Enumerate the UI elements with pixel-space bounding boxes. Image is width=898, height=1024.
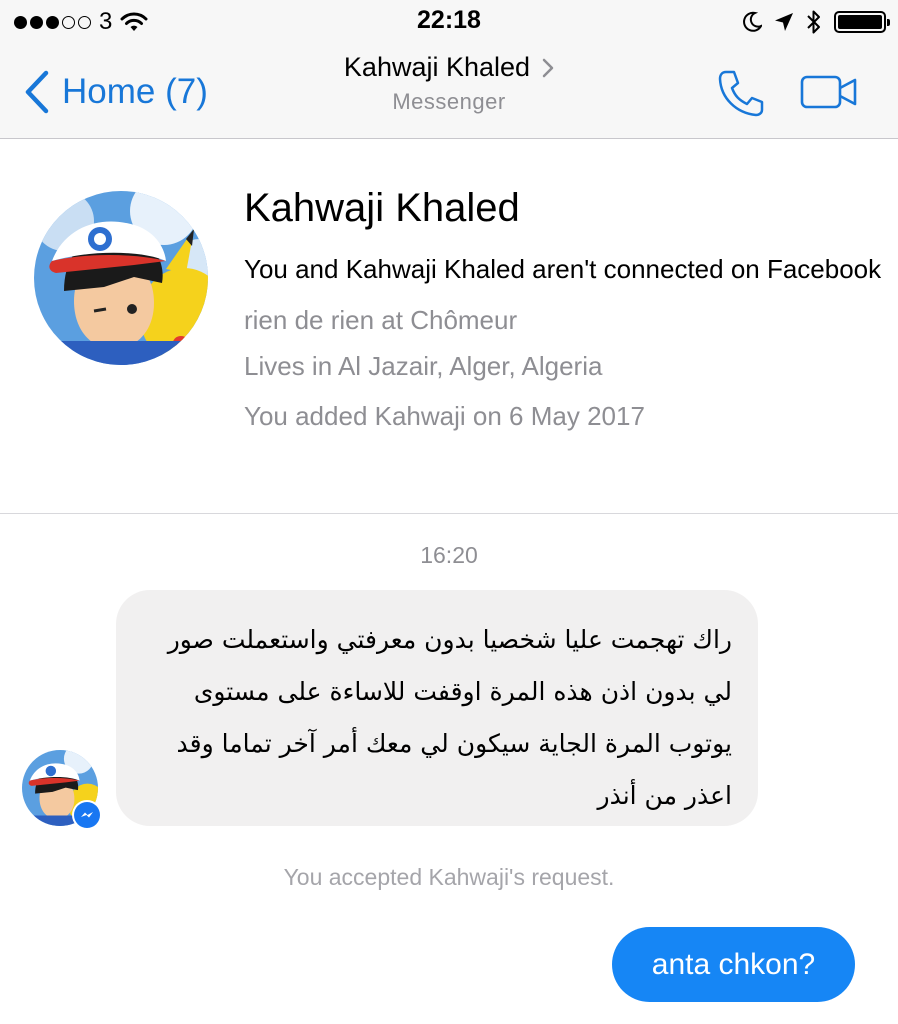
- voice-call-button[interactable]: [716, 68, 766, 123]
- status-icons: [730, 8, 890, 36]
- outgoing-message-text: anta chkon?: [651, 947, 816, 981]
- profile-name: Kahwaji Khaled: [244, 186, 520, 230]
- request-accepted-notice: You accepted Kahwaji's request.: [283, 864, 615, 890]
- phone-icon: [718, 70, 764, 117]
- back-button-label: Home (7): [62, 72, 208, 111]
- message-timestamp: 16:20: [420, 542, 478, 568]
- profile-avatar[interactable]: [34, 191, 208, 365]
- profile-location: Lives in Al Jazair, Alger, Algeria: [244, 351, 603, 381]
- section-divider: [0, 513, 898, 514]
- chevron-left-icon: [25, 70, 49, 114]
- back-button[interactable]: Home (7): [24, 68, 208, 116]
- incoming-message-text: راك تهجمت عليا شخصيا بدون معرفتي واستعمل…: [167, 625, 732, 810]
- battery-icon: [834, 11, 890, 33]
- moon-icon: [743, 11, 762, 32]
- avatar-image: [34, 191, 208, 365]
- bluetooth-icon: [807, 10, 820, 34]
- outgoing-message-bubble[interactable]: anta chkon?: [612, 927, 855, 1002]
- conversation-title[interactable]: Kahwaji Khaled Messenger: [249, 52, 649, 115]
- nav-bar: Home (7) Kahwaji Khaled Messenger: [0, 44, 898, 139]
- location-arrow-icon: [775, 13, 793, 31]
- profile-info: Kahwaji Khaled You and Kahwaji Khaled ar…: [244, 184, 884, 434]
- profile-work: rien de rien at Chômeur: [244, 305, 518, 335]
- video-call-button[interactable]: [800, 74, 858, 115]
- messenger-badge-icon: [72, 800, 102, 830]
- app-subtitle: Messenger: [392, 89, 506, 114]
- connection-status: You and Kahwaji Khaled aren't connected …: [244, 254, 882, 284]
- profile-added-date: You added Kahwaji on 6 May 2017: [244, 401, 645, 431]
- status-bar: 3 22:18: [0, 0, 898, 44]
- incoming-message-bubble[interactable]: راك تهجمت عليا شخصيا بدون معرفتي واستعمل…: [116, 590, 758, 826]
- chevron-right-icon: [542, 58, 554, 77]
- contact-name-title: Kahwaji Khaled: [343, 52, 531, 82]
- video-camera-icon: [800, 75, 857, 109]
